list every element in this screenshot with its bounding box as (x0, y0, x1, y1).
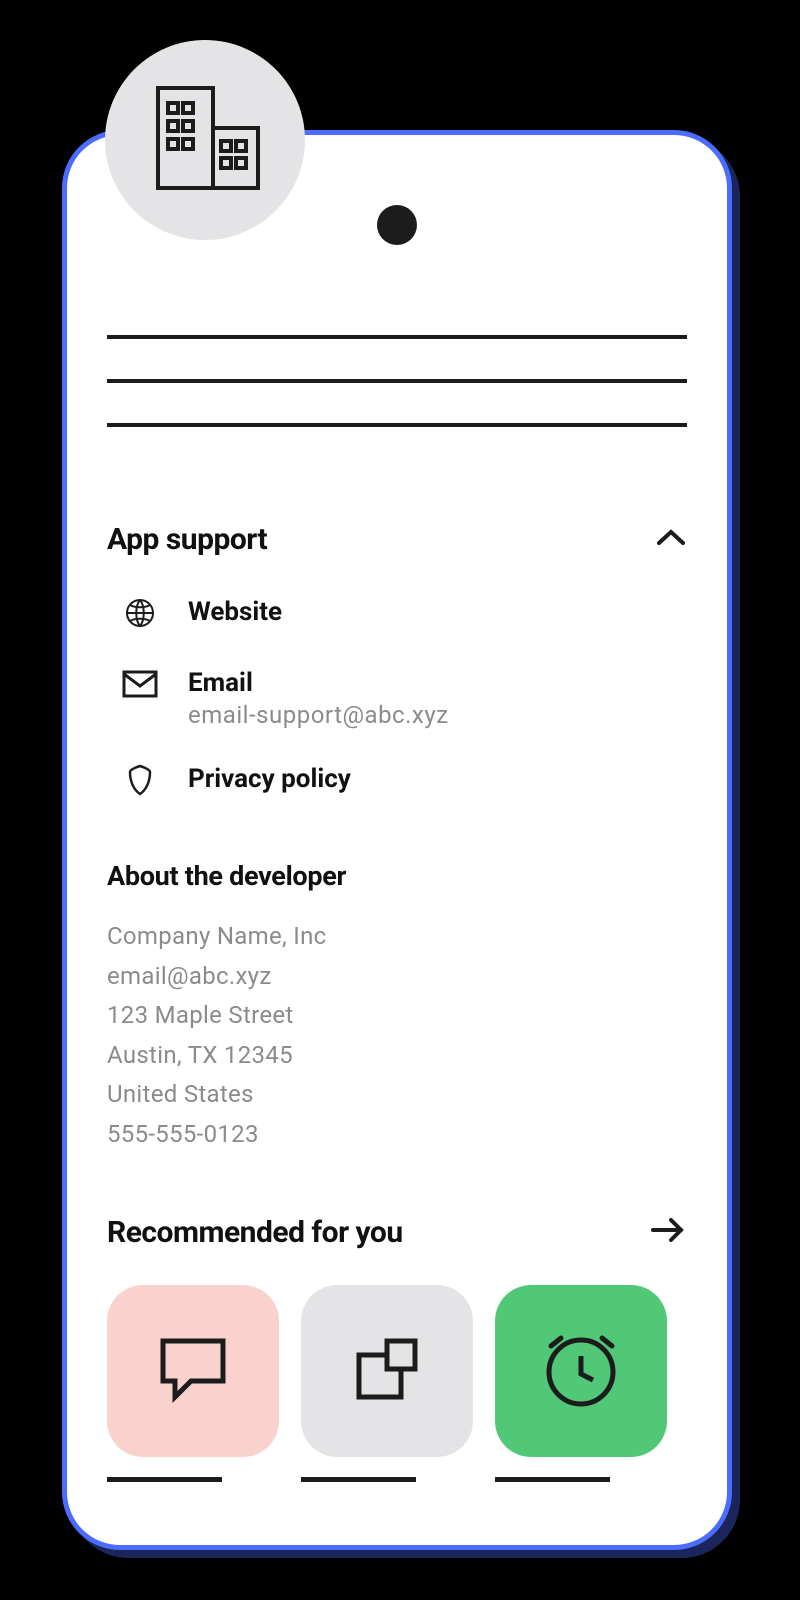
developer-street: 123 Maple Street (107, 996, 687, 1036)
recommended-section: Recommended for you (107, 1215, 687, 1482)
support-item-email[interactable]: Email email-support@abc.xyz (107, 668, 687, 729)
mail-icon (122, 670, 158, 702)
app-label-placeholder (495, 1477, 610, 1482)
phone-frame: App support (62, 130, 732, 1550)
developer-email: email@abc.xyz (107, 957, 687, 997)
app-icon-chat (107, 1285, 279, 1457)
app-support-header[interactable]: App support (107, 522, 687, 557)
globe-icon (125, 598, 155, 632)
developer-phone: 555-555-0123 (107, 1115, 687, 1155)
recommended-app-2[interactable] (301, 1285, 473, 1482)
about-developer-title: About the developer (107, 860, 687, 892)
chat-icon (153, 1329, 233, 1413)
support-label-website: Website (188, 597, 282, 627)
recommended-header[interactable]: Recommended for you (107, 1215, 687, 1250)
recommended-title: Recommended for you (107, 1215, 403, 1250)
clock-icon (539, 1326, 624, 1415)
developer-company: Company Name, Inc (107, 917, 687, 957)
developer-country: United States (107, 1075, 687, 1115)
support-item-website[interactable]: Website (107, 597, 687, 633)
about-developer-section: About the developer Company Name, Inc em… (107, 860, 687, 1155)
support-label-email: Email (188, 668, 449, 698)
shield-icon (126, 764, 154, 800)
company-badge (105, 40, 305, 240)
app-label-placeholder (107, 1477, 222, 1482)
chevron-up-icon (655, 528, 687, 552)
recommended-app-3[interactable] (495, 1285, 667, 1482)
placeholder-text-lines (107, 335, 687, 427)
developer-city: Austin, TX 12345 (107, 1036, 687, 1076)
app-icon-clock (495, 1285, 667, 1457)
copy-icon (347, 1329, 427, 1413)
support-email-address: email-support@abc.xyz (188, 701, 449, 729)
support-item-privacy[interactable]: Privacy policy (107, 764, 687, 800)
app-support-title: App support (107, 522, 267, 557)
buildings-icon (148, 83, 263, 197)
app-icon-copy (301, 1285, 473, 1457)
support-label-privacy: Privacy policy (188, 764, 351, 794)
arrow-right-icon (649, 1215, 687, 1249)
app-label-placeholder (301, 1477, 416, 1482)
camera-notch (377, 205, 417, 245)
recommended-app-1[interactable] (107, 1285, 279, 1482)
